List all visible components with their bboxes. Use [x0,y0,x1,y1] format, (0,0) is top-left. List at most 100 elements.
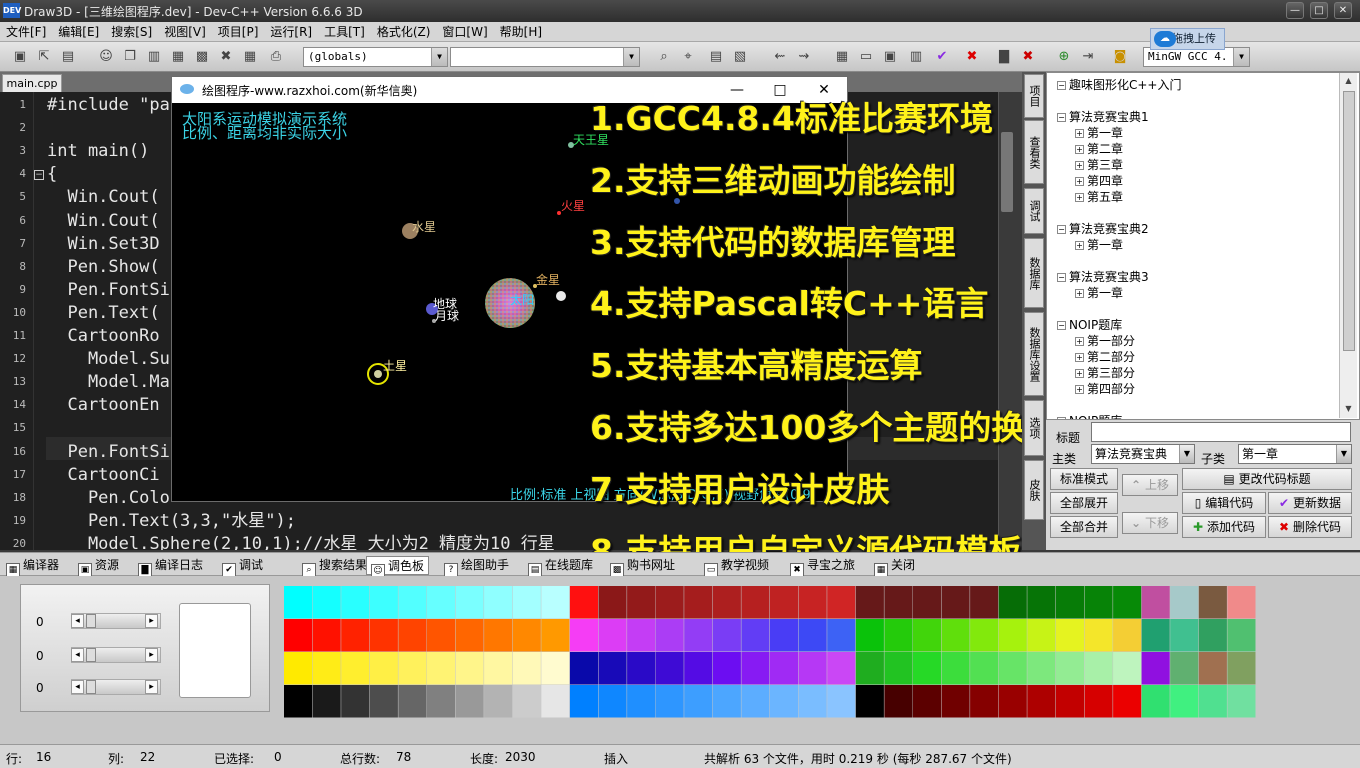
palette-color-cell[interactable] [770,619,799,652]
palette-color-cell[interactable] [1027,586,1056,619]
palette-color-cell[interactable] [312,619,341,652]
palette-color-cell[interactable] [1227,652,1256,685]
palette-color-cell[interactable] [712,586,741,619]
menu-item[interactable]: 运行[R] [264,22,318,42]
green-slider-thumb[interactable] [86,648,96,662]
check-icon[interactable]: ✔ [932,47,952,67]
rename-code-button[interactable]: ▤ 更改代码标题 [1182,468,1352,490]
palette-color-cell[interactable] [941,685,970,718]
paste-icon[interactable]: ▥ [144,47,164,67]
palette-color-cell[interactable] [541,652,570,685]
open-file-icon[interactable]: ⇱ [34,47,54,67]
expand-all-button[interactable]: 全部展开 [1050,492,1118,514]
expand-toggle-icon[interactable]: − [1057,81,1066,90]
palette-color-cell[interactable] [1027,685,1056,718]
expand-toggle-icon[interactable]: + [1075,385,1084,394]
palette-color-cell[interactable] [484,652,513,685]
graphics-window[interactable]: 绘图程序-www.razxhoi.com(新华信奥) — □ ✕ 太阳系运动模拟… [171,76,848,503]
palette-color-cell[interactable] [941,586,970,619]
red-decrease-button[interactable]: ◂ [71,614,84,628]
edit-code-button[interactable]: ▯ 编辑代码 [1182,492,1266,514]
copy-icon[interactable]: ❐ [120,47,140,67]
palette-color-cell[interactable] [369,619,398,652]
replace-icon[interactable]: ⌖ [678,47,698,67]
palette-color-cell[interactable] [598,652,627,685]
palette-color-cell[interactable] [1113,652,1142,685]
scroll-up-icon[interactable]: ▲ [1340,73,1357,89]
print-icon[interactable]: ⎙ [266,47,286,67]
palette-color-cell[interactable] [569,619,598,652]
stop-icon[interactable]: ✖ [962,47,982,67]
palette-color-cell[interactable] [684,619,713,652]
palette-color-cell[interactable] [912,685,941,718]
palette-color-cell[interactable] [1141,685,1170,718]
tree-item[interactable]: + 第一章 [1075,286,1123,300]
palette-color-cell[interactable] [341,652,370,685]
smiley-icon[interactable]: ☺ [96,47,116,67]
palette-color-cell[interactable] [369,586,398,619]
palette-color-cell[interactable] [1141,619,1170,652]
palette-color-cell[interactable] [627,586,656,619]
palette-color-cell[interactable] [1170,619,1199,652]
expand-toggle-icon[interactable]: + [1075,241,1084,250]
palette-color-cell[interactable] [341,685,370,718]
palette-color-cell[interactable] [512,586,541,619]
red-slider-thumb[interactable] [86,614,96,628]
palette-color-cell[interactable] [1055,652,1084,685]
red-increase-button[interactable]: ▸ [145,614,158,628]
move-up-button[interactable]: ⌃ 上移 [1122,474,1178,496]
green-decrease-button[interactable]: ◂ [71,648,84,662]
tree-item[interactable]: + 第五章 [1075,190,1123,204]
palette-color-cell[interactable] [627,619,656,652]
menu-item[interactable]: 编辑[E] [52,22,105,42]
new-file-icon[interactable]: ▣ [10,47,30,67]
bottom-tab[interactable]: ▣ 资源 [74,556,123,577]
palette-color-cell[interactable] [970,685,999,718]
expand-toggle-icon[interactable]: − [1057,273,1066,282]
palette-color-cell[interactable] [598,685,627,718]
palette-color-cell[interactable] [541,685,570,718]
update-data-button[interactable]: ✔ 更新数据 [1268,492,1352,514]
new-project-icon[interactable]: ⊕ [1054,47,1074,67]
palette-color-cell[interactable] [1084,685,1113,718]
add-code-button[interactable]: ✚ 添加代码 [1182,516,1266,538]
maximize-button[interactable]: □ [1310,2,1328,19]
palette-color-cell[interactable] [970,652,999,685]
palette-color-cell[interactable] [1198,619,1227,652]
palette-color-cell[interactable] [855,685,884,718]
tree-item[interactable]: + 第三部分 [1075,366,1135,380]
title-input[interactable] [1091,422,1351,442]
palette-color-cell[interactable] [484,685,513,718]
graphics-minimize-button[interactable]: — [727,80,747,100]
palette-color-cell[interactable] [598,619,627,652]
palette-color-cell[interactable] [1113,619,1142,652]
palette-color-cell[interactable] [1084,586,1113,619]
menu-item[interactable]: 帮助[H] [494,22,548,42]
palette-color-cell[interactable] [1084,652,1113,685]
palette-color-cell[interactable] [627,685,656,718]
palette-color-cell[interactable] [741,652,770,685]
palette-color-cell[interactable] [884,586,913,619]
globals-combo[interactable]: (globals) ▼ [303,47,448,67]
grid-icon[interactable]: ▦ [240,47,260,67]
bottom-tab[interactable]: ? 绘图助手 [440,556,513,577]
tree-group[interactable]: − 算法竞赛宝典2 [1057,222,1149,236]
dock-tab[interactable]: 皮肤 [1024,460,1044,520]
import-icon[interactable]: ⇥ [1078,47,1098,67]
palette-color-cell[interactable] [655,586,684,619]
palette-color-cell[interactable] [569,685,598,718]
expand-toggle-icon[interactable]: + [1075,129,1084,138]
palette-color-cell[interactable] [1113,586,1142,619]
palette-color-cell[interactable] [341,619,370,652]
palette-color-cell[interactable] [398,586,427,619]
minimize-button[interactable]: — [1286,2,1304,19]
palette-color-cell[interactable] [798,652,827,685]
expand-toggle-icon[interactable]: + [1075,177,1084,186]
compile-run-icon[interactable]: ▣ [880,47,900,67]
tree-root[interactable]: − 趣味图形化C++入门 [1057,78,1182,92]
bottom-tab[interactable]: ▩ 购书网址 [606,556,679,577]
expand-toggle-icon[interactable]: − [1057,113,1066,122]
palette-color-cell[interactable] [1027,652,1056,685]
palette-color-cell[interactable] [1170,652,1199,685]
expand-toggle-icon[interactable]: + [1075,145,1084,154]
